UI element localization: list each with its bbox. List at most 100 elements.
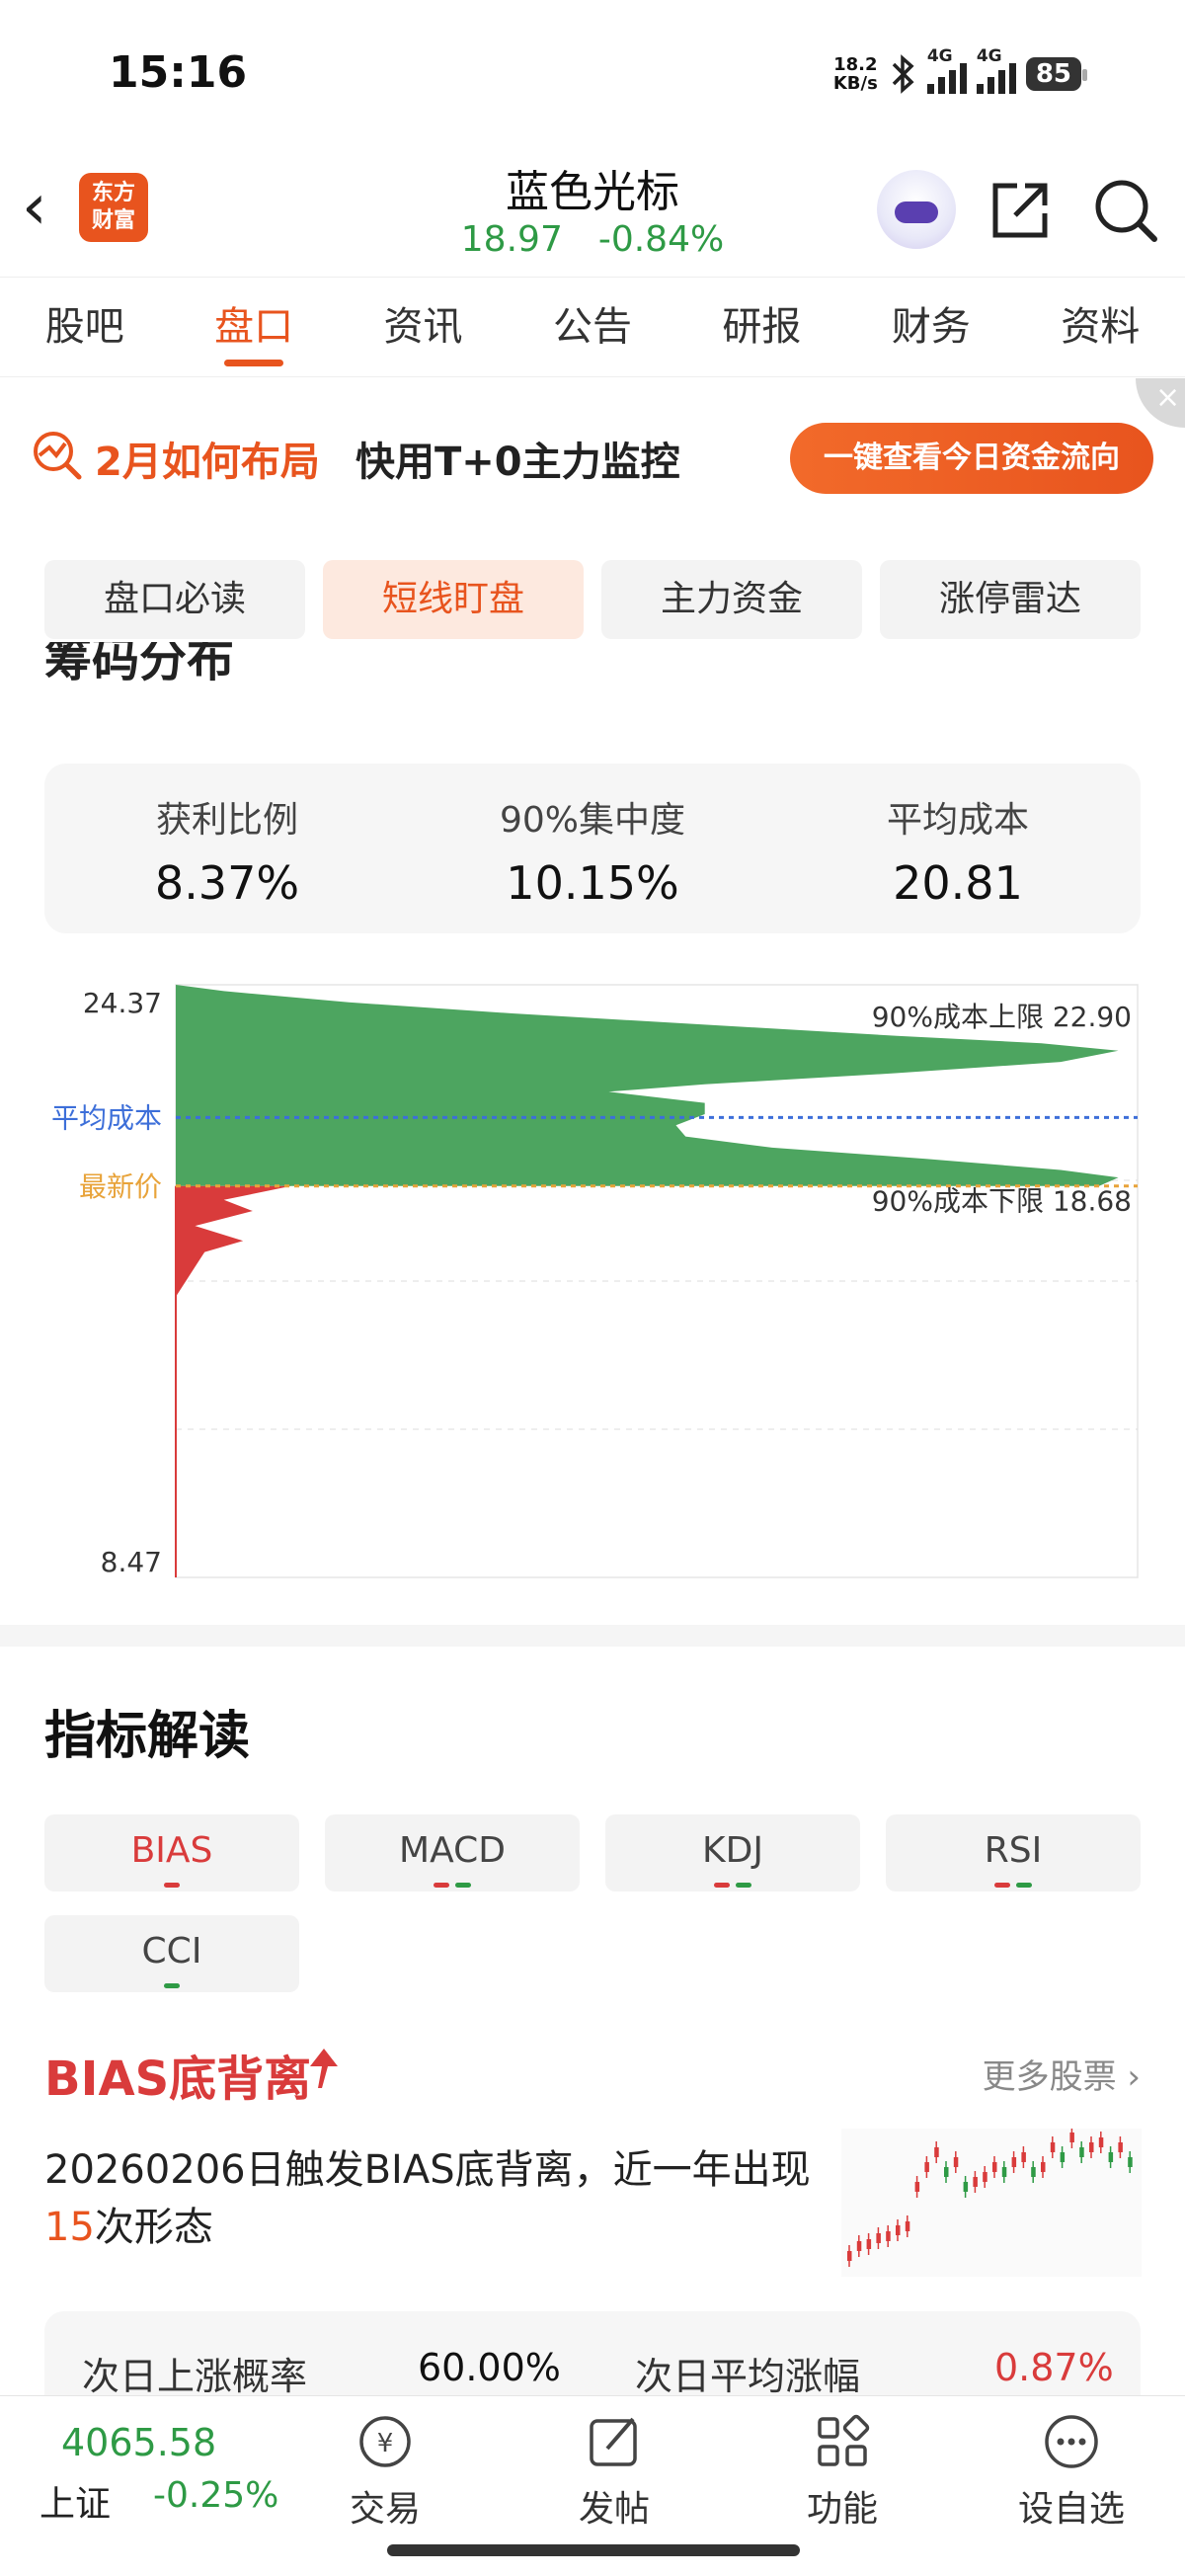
stat-label: 次日平均涨幅: [635, 2355, 861, 2398]
candle-body: [1031, 2167, 1036, 2177]
candle-body: [847, 2251, 852, 2261]
signal-description: 20260206日触发BIAS底背离，近一年出现15次形态: [44, 2147, 811, 2250]
tab-research[interactable]: 研报: [677, 278, 846, 376]
y-bottom-tick-label: 8.47: [101, 1546, 162, 1578]
tab-guba[interactable]: 股吧: [0, 278, 169, 376]
signal-icon: 4G: [926, 46, 967, 94]
mini-kline-chart: [841, 2129, 1142, 2277]
nav-post[interactable]: 发帖: [545, 2411, 683, 2532]
candle-body: [1041, 2162, 1046, 2172]
candle-body: [1011, 2157, 1017, 2167]
indicator-tab-cci[interactable]: CCI: [44, 1915, 299, 1992]
candle-body: [924, 2162, 929, 2172]
thumbnail-bg: [841, 2129, 1142, 2277]
subtab-limit-radar[interactable]: 涨停雷达: [880, 560, 1141, 639]
stat-concentration: 90%集中度 10.15%: [499, 800, 686, 910]
candle-body: [992, 2162, 997, 2172]
indicator-tab-bias[interactable]: BIAS: [44, 1814, 299, 1892]
candle-body: [914, 2182, 920, 2192]
bluetooth-icon: [892, 54, 914, 94]
candle-body: [1069, 2133, 1074, 2142]
candle-body: [1021, 2152, 1026, 2162]
clock: 15:16: [109, 47, 248, 98]
subtab-must-read[interactable]: 盘口必读: [44, 560, 305, 639]
candle-body: [1060, 2152, 1066, 2162]
tab-pankou[interactable]: 盘口: [169, 278, 338, 376]
nav-trade[interactable]: ¥ 交易: [316, 2411, 454, 2532]
arrow-up-icon: [310, 2049, 338, 2088]
candle-body: [953, 2157, 959, 2167]
candle-body: [1050, 2142, 1056, 2152]
signal-title: BIAS底背离: [44, 2052, 312, 2107]
svg-text:¥: ¥: [377, 2429, 394, 2458]
stock-header: ‹ 东方 财富 蓝色光标 18.97 -0.84%: [0, 148, 1185, 277]
indicator-title: 指标解读: [44, 1707, 251, 1766]
avg-cost-label: 平均成本: [51, 1101, 162, 1134]
tab-announcement[interactable]: 公告: [508, 278, 676, 376]
candle-body: [876, 2233, 881, 2243]
search-icon[interactable]: [1091, 176, 1160, 245]
banner-subtitle: 快用T+0主力监控: [356, 440, 680, 485]
edit-icon: [590, 2417, 637, 2466]
tab-finance[interactable]: 财务: [846, 278, 1015, 376]
stat-value: 0.87%: [994, 2346, 1114, 2389]
indicator-tab-rsi[interactable]: RSI: [886, 1814, 1141, 1892]
net-speed: 18.2 KB/s: [832, 54, 878, 94]
tab-news[interactable]: 资讯: [339, 278, 508, 376]
candle-body: [963, 2182, 969, 2192]
divider: [0, 1625, 1185, 1647]
candle-body: [905, 2221, 910, 2231]
candle-body: [856, 2241, 862, 2251]
index-value: 4065.58: [61, 2421, 217, 2464]
index-change: -0.25%: [153, 2475, 279, 2516]
upper-cost-label: 90%成本上限 22.90: [872, 1001, 1132, 1033]
signal-icon: 4G: [976, 46, 1016, 94]
home-indicator: [387, 2544, 800, 2556]
candle-body: [973, 2177, 978, 2187]
chip-distribution-chart: 24.37 8.47 平均成本最新价 90%成本上限 22.90 90%成本下限 18.…: [51, 984, 1139, 1578]
candle-body: [1098, 2137, 1104, 2147]
banner-title: 2月如何布局: [95, 440, 320, 485]
chip-stats: 获利比例 8.37% 90%集中度 10.15% 平均成本 20.81: [44, 764, 1141, 933]
candle-body: [1118, 2142, 1123, 2152]
battery-icon: 85: [1025, 57, 1088, 91]
share-icon[interactable]: [988, 178, 1053, 243]
more-icon: [1045, 2415, 1098, 2468]
candle-body: [934, 2147, 939, 2157]
sub-tabs: 盘口必读 短线盯盘 主力资金 涨停雷达: [44, 560, 1141, 639]
fund-flow-button[interactable]: 一键查看今日资金流向: [790, 423, 1153, 494]
candle-body: [1079, 2147, 1084, 2157]
stat-profit-ratio: 获利比例 8.37%: [154, 800, 300, 910]
chart-search-icon: [34, 432, 82, 480]
indicator-tab-kdj[interactable]: KDJ: [605, 1814, 860, 1892]
grid-icon: [818, 2414, 870, 2466]
more-stocks-link[interactable]: 更多股票 ›: [983, 2050, 1141, 2098]
nav-watchlist[interactable]: 设自选: [1002, 2411, 1141, 2532]
stock-change: -0.84%: [597, 219, 725, 260]
section-title: 筹码分布: [44, 642, 235, 687]
nav-functions[interactable]: 功能: [773, 2411, 911, 2532]
candle-body: [1089, 2142, 1094, 2152]
lower-cost-label: 90%成本下限 18.68: [872, 1185, 1132, 1218]
subtab-short-term[interactable]: 短线盯盘: [323, 560, 584, 639]
y-top-tick-label: 24.37: [83, 987, 162, 1019]
candle-body: [866, 2239, 872, 2249]
status-bar: 15:16 18.2 KB/s 4G 4G 85: [0, 0, 1185, 148]
stat-avg-cost: 平均成本 20.81: [886, 800, 1029, 910]
candle-body: [944, 2167, 949, 2177]
candle-body: [983, 2172, 988, 2182]
candle-body: [1001, 2167, 1007, 2177]
candle-body: [1128, 2157, 1133, 2167]
stat-label: 次日上涨概率: [82, 2355, 308, 2398]
close-icon[interactable]: ×: [1136, 378, 1185, 428]
candle-body: [896, 2225, 901, 2235]
assistant-avatar[interactable]: [877, 170, 956, 249]
candle-body: [1108, 2152, 1114, 2162]
indicator-tab-macd[interactable]: MACD: [325, 1814, 580, 1892]
promo-banner[interactable]: × 2月如何布局 快用T+0主力监控 一键查看今日资金流向: [0, 378, 1185, 536]
tab-profile[interactable]: 资料: [1016, 278, 1185, 376]
trade-icon: ¥: [359, 2416, 411, 2467]
latest-price-label: 最新价: [79, 1170, 162, 1203]
subtab-main-funds[interactable]: 主力资金: [601, 560, 862, 639]
main-tabs: 股吧 盘口 资讯 公告 研报 财务 资料: [0, 277, 1185, 377]
